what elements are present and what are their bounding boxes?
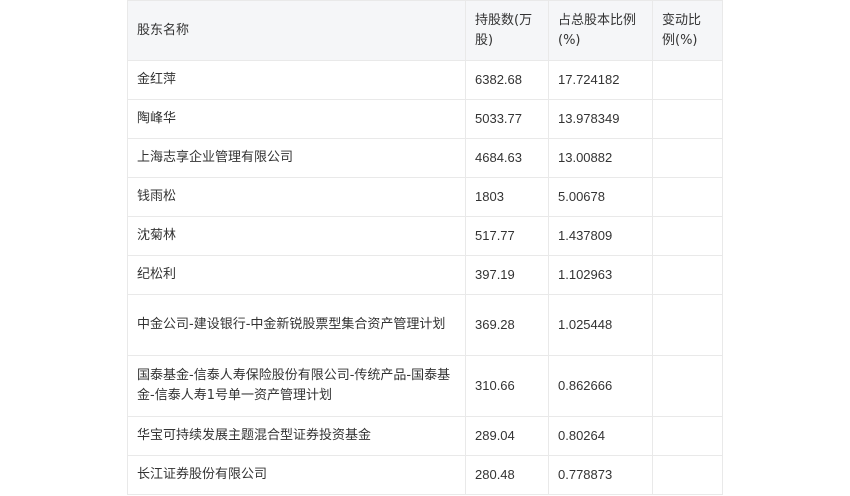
cell-change-ratio: [652, 294, 723, 356]
cell-change-ratio: [652, 60, 723, 100]
cell-change-ratio: [652, 255, 723, 295]
header-share-ratio: 占总股本比例(%): [548, 0, 653, 61]
cell-share-ratio: 13.978349: [548, 99, 653, 139]
table-row: 纪松利 397.19 1.102963: [127, 255, 723, 295]
cell-share-ratio: 1.102963: [548, 255, 653, 295]
cell-shareholder-name: 上海志享企业管理有限公司: [127, 138, 466, 178]
cell-shares: 517.77: [465, 216, 549, 256]
header-row: 股东名称 持股数(万股) 占总股本比例(%) 变动比例(%): [127, 0, 723, 61]
cell-change-ratio: [652, 355, 723, 417]
cell-change-ratio: [652, 99, 723, 139]
cell-shares: 280.48: [465, 455, 549, 495]
cell-shares: 5033.77: [465, 99, 549, 139]
table-row: 华宝可持续发展主题混合型证券投资基金 289.04 0.80264: [127, 416, 723, 456]
header-change-ratio: 变动比例(%): [652, 0, 723, 61]
cell-share-ratio: 5.00678: [548, 177, 653, 217]
table-row: 长江证券股份有限公司 280.48 0.778873: [127, 455, 723, 495]
table-row: 陶峰华 5033.77 13.978349: [127, 99, 723, 139]
cell-shares: 289.04: [465, 416, 549, 456]
cell-shareholder-name: 长江证券股份有限公司: [127, 455, 466, 495]
cell-shareholder-name: 中金公司-建设银行-中金新锐股票型集合资产管理计划: [127, 294, 466, 356]
cell-shareholder-name: 沈菊林: [127, 216, 466, 256]
table-row: 中金公司-建设银行-中金新锐股票型集合资产管理计划 369.28 1.02544…: [127, 294, 723, 356]
shareholder-table-container: 股东名称 持股数(万股) 占总股本比例(%) 变动比例(%) 金红萍 6382.…: [127, 0, 723, 495]
cell-shares: 397.19: [465, 255, 549, 295]
table-row: 上海志享企业管理有限公司 4684.63 13.00882: [127, 138, 723, 178]
cell-share-ratio: 1.437809: [548, 216, 653, 256]
cell-change-ratio: [652, 455, 723, 495]
cell-share-ratio: 1.025448: [548, 294, 653, 356]
cell-share-ratio: 13.00882: [548, 138, 653, 178]
cell-shareholder-name: 钱雨松: [127, 177, 466, 217]
table-row: 钱雨松 1803 5.00678: [127, 177, 723, 217]
cell-share-ratio: 0.778873: [548, 455, 653, 495]
cell-share-ratio: 0.80264: [548, 416, 653, 456]
table-header: 股东名称 持股数(万股) 占总股本比例(%) 变动比例(%): [127, 0, 723, 61]
shareholder-table: 股东名称 持股数(万股) 占总股本比例(%) 变动比例(%) 金红萍 6382.…: [127, 0, 723, 495]
header-shares: 持股数(万股): [465, 0, 549, 61]
cell-shares: 1803: [465, 177, 549, 217]
table-body: 金红萍 6382.68 17.724182 陶峰华 5033.77 13.978…: [127, 60, 723, 495]
cell-shares: 6382.68: [465, 60, 549, 100]
cell-shares: 310.66: [465, 355, 549, 417]
cell-shares: 369.28: [465, 294, 549, 356]
cell-change-ratio: [652, 216, 723, 256]
cell-change-ratio: [652, 416, 723, 456]
cell-shareholder-name: 国泰基金-信泰人寿保险股份有限公司-传统产品-国泰基金-信泰人寿1号单一资产管理…: [127, 355, 466, 417]
header-shareholder-name: 股东名称: [127, 0, 466, 61]
table-row: 沈菊林 517.77 1.437809: [127, 216, 723, 256]
cell-shares: 4684.63: [465, 138, 549, 178]
cell-shareholder-name: 陶峰华: [127, 99, 466, 139]
table-row: 金红萍 6382.68 17.724182: [127, 60, 723, 100]
cell-share-ratio: 17.724182: [548, 60, 653, 100]
cell-change-ratio: [652, 177, 723, 217]
cell-shareholder-name: 华宝可持续发展主题混合型证券投资基金: [127, 416, 466, 456]
cell-change-ratio: [652, 138, 723, 178]
table-row: 国泰基金-信泰人寿保险股份有限公司-传统产品-国泰基金-信泰人寿1号单一资产管理…: [127, 355, 723, 417]
cell-shareholder-name: 金红萍: [127, 60, 466, 100]
cell-shareholder-name: 纪松利: [127, 255, 466, 295]
cell-share-ratio: 0.862666: [548, 355, 653, 417]
